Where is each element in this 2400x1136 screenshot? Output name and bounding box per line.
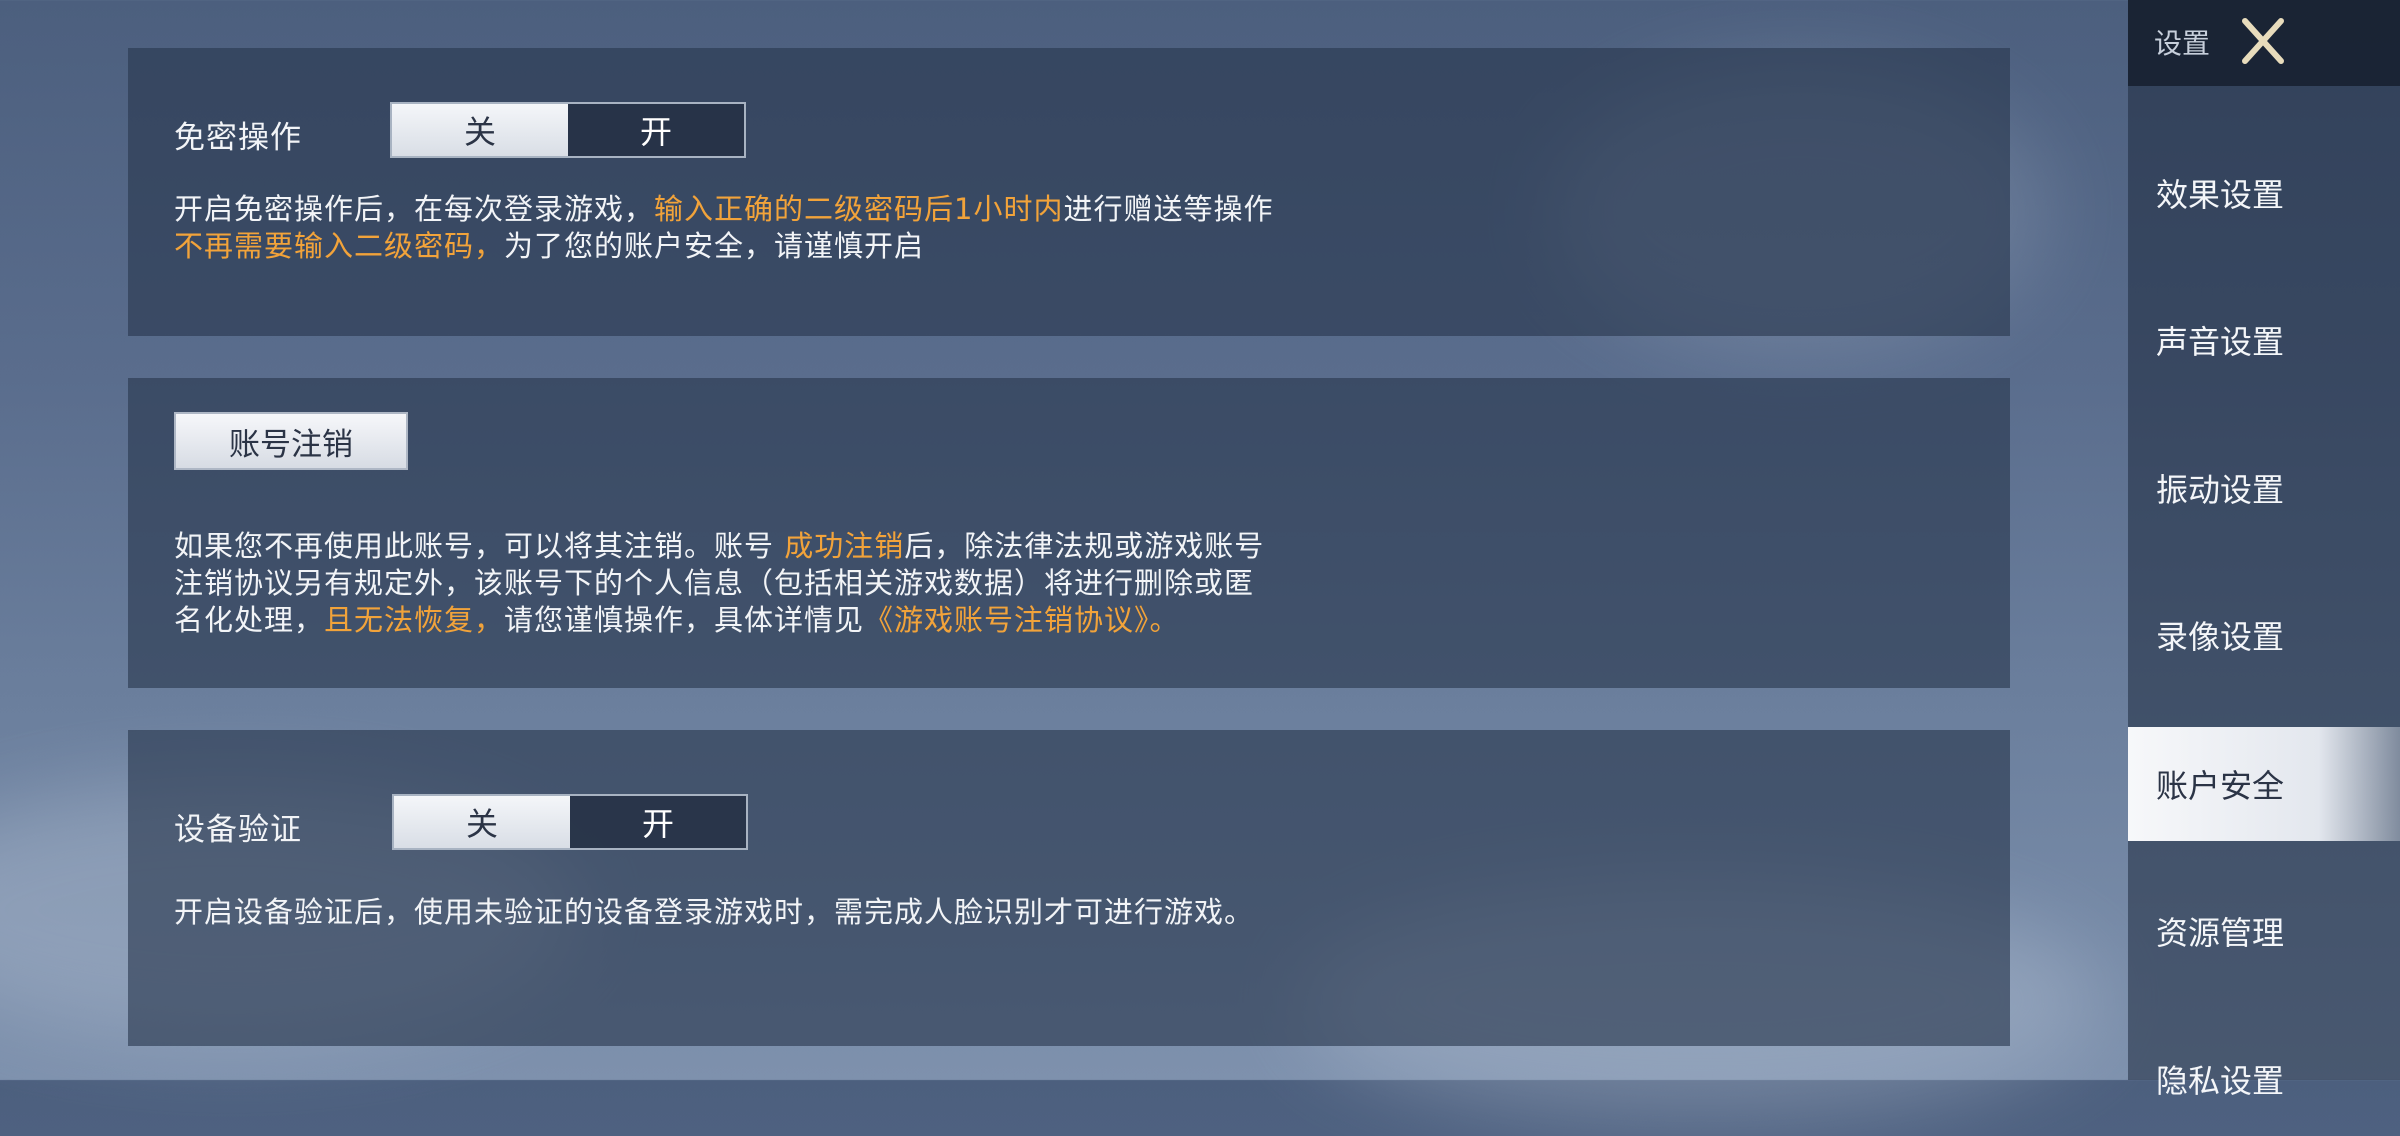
nav-item-sound[interactable]: 声音设置 xyxy=(2128,283,2400,397)
nav-item-account-security[interactable]: 账户安全 xyxy=(2128,727,2400,841)
password-free-on-option[interactable]: 开 xyxy=(568,104,744,156)
nav-item-privacy[interactable]: 隐私设置 xyxy=(2128,1022,2400,1136)
device-verify-off-option[interactable]: 关 xyxy=(394,796,570,848)
nav-item-resources[interactable]: 资源管理 xyxy=(2128,874,2400,988)
password-free-panel: 免密操作 关 开 开启免密操作后，在每次登录游戏，输入正确的二级密码后1小时内进… xyxy=(128,48,2010,336)
password-free-label: 免密操作 xyxy=(174,120,302,156)
desc-text: 如果您不再使用此账号，可以将其注销。账号 xyxy=(174,529,785,563)
desc-highlight: 且无法恢复， xyxy=(324,603,505,637)
device-verify-on-option[interactable]: 开 xyxy=(570,796,746,848)
device-verify-description: 开启设备验证后，使用未验证的设备登录游戏时，需完成人脸识别才可进行游戏。 xyxy=(174,895,1255,929)
password-free-toggle[interactable]: 关 开 xyxy=(390,102,746,158)
password-free-off-option[interactable]: 关 xyxy=(392,104,568,156)
cancel-agreement-link[interactable]: 《游戏账号注销协议》。 xyxy=(864,603,1180,637)
desc-text: 请您谨慎操作，具体详情见 xyxy=(504,603,865,637)
desc-text: 进行赠送等操作 xyxy=(1063,192,1274,226)
device-verify-toggle[interactable]: 关 开 xyxy=(392,794,748,850)
account-cancel-panel: 账号注销 如果您不再使用此账号，可以将其注销。账号 成功注销后，除法律法规或游戏… xyxy=(128,378,2010,688)
nav-item-effects[interactable]: 效果设置 xyxy=(2128,136,2400,250)
desc-highlight: 成功注销 xyxy=(784,529,905,563)
account-cancel-description: 如果您不再使用此账号，可以将其注销。账号 成功注销后，除法律法规或游戏账号 注销… xyxy=(174,528,1264,639)
desc-text: 注销协议另有规定外，该账号下的个人信息（包括相关游戏数据）将进行删除或匿 xyxy=(174,566,1255,600)
settings-title: 设置 xyxy=(2154,27,2211,60)
account-cancel-button[interactable]: 账号注销 xyxy=(174,412,408,470)
desc-highlight: 不再需要输入二级密码， xyxy=(174,229,505,263)
sidebar-header: 设置 xyxy=(2128,0,2400,86)
desc-text: 开启免密操作后，在每次登录游戏， xyxy=(174,192,655,226)
desc-text: 为了您的账户安全，请谨慎开启 xyxy=(504,229,925,263)
device-verify-label: 设备验证 xyxy=(174,812,302,848)
desc-text: 名化处理， xyxy=(174,603,325,637)
desc-highlight: 输入正确的二级密码后1小时内 xyxy=(654,192,1064,226)
close-x-icon xyxy=(2242,18,2284,64)
password-free-description: 开启免密操作后，在每次登录游戏，输入正确的二级密码后1小时内进行赠送等操作 不再… xyxy=(174,191,1273,265)
desc-text: 后，除法律法规或游戏账号 xyxy=(904,529,1265,563)
device-verify-panel: 设备验证 关 开 开启设备验证后，使用未验证的设备登录游戏时，需完成人脸识别才可… xyxy=(128,730,2010,1046)
nav-item-vibration[interactable]: 振动设置 xyxy=(2128,431,2400,545)
close-button[interactable] xyxy=(2226,10,2300,72)
nav-item-recording[interactable]: 录像设置 xyxy=(2128,578,2400,692)
